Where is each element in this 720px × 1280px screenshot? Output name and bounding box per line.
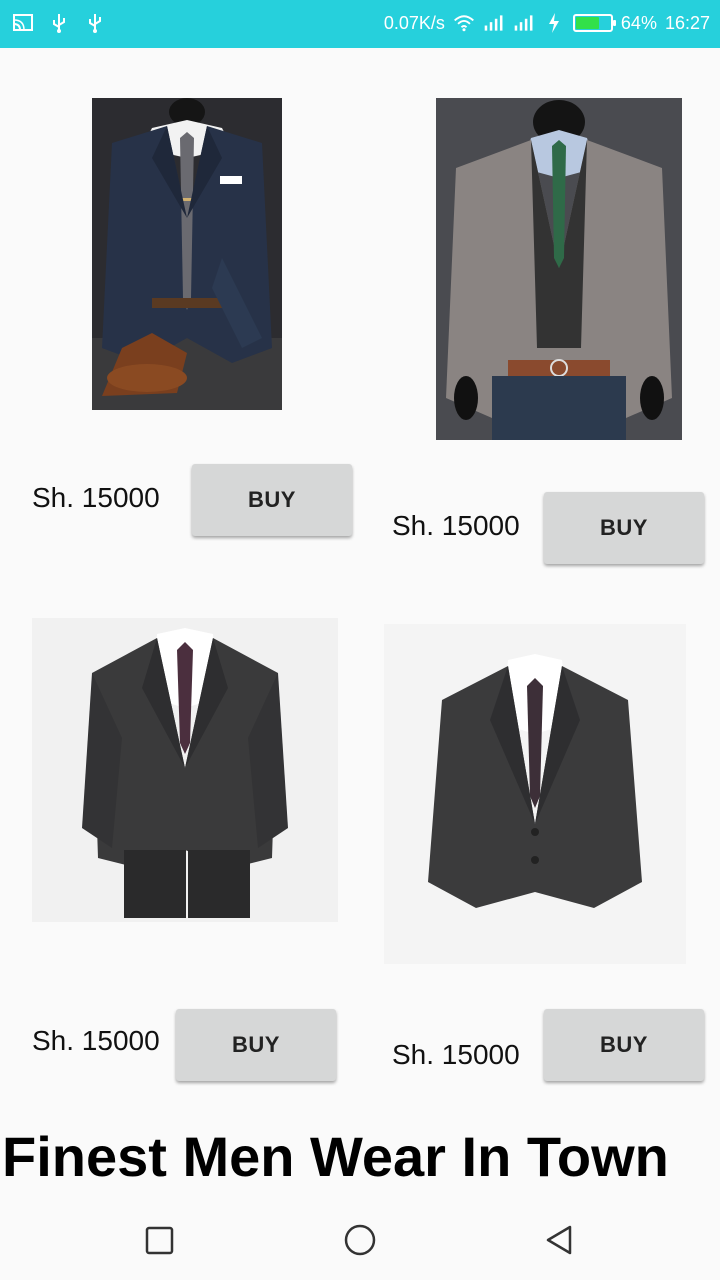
navigation-bar <box>0 1200 720 1280</box>
battery-fill <box>575 17 599 29</box>
network-speed: 0.07K/s <box>383 12 445 33</box>
wifi-icon <box>453 12 475 34</box>
triangle-back-icon[interactable] <box>542 1222 578 1258</box>
status-bar: 0.07K/s 64% 16:27 <box>0 0 720 48</box>
square-icon[interactable] <box>142 1222 178 1258</box>
battery-cap <box>612 20 616 26</box>
product-image-grey-coat[interactable] <box>436 98 682 440</box>
buy-button[interactable]: BUY <box>544 1009 704 1081</box>
buy-button[interactable]: BUY <box>544 492 704 564</box>
usb-debug-icon <box>84 12 106 34</box>
battery-icon <box>572 14 616 32</box>
product-image-charcoal-jacket[interactable] <box>384 624 686 964</box>
product-price: Sh. 15000 <box>32 482 160 513</box>
signal-icon-1 <box>483 12 505 34</box>
battery-percent: 64% <box>620 12 657 33</box>
product-price: Sh. 15000 <box>392 510 520 541</box>
product-image-charcoal-suit[interactable] <box>32 618 338 922</box>
product-image-navy-suit[interactable] <box>92 98 282 410</box>
product-price: Sh. 15000 <box>32 1025 160 1056</box>
charging-bolt-icon <box>543 12 565 34</box>
status-left-icons <box>12 12 106 34</box>
status-right-area: 0.07K/s 64% 16:27 <box>384 12 710 34</box>
clock: 16:27 <box>664 12 710 33</box>
screen-cast-icon <box>12 12 34 34</box>
buy-button[interactable]: BUY <box>192 464 352 536</box>
usb-icon <box>48 12 70 34</box>
product-price: Sh. 15000 <box>392 1039 520 1070</box>
signal-icon-2 <box>513 12 535 34</box>
buy-button[interactable]: BUY <box>176 1009 336 1081</box>
circle-icon[interactable] <box>342 1222 378 1258</box>
page-headline: Finest Men Wear In Town <box>2 1125 669 1188</box>
